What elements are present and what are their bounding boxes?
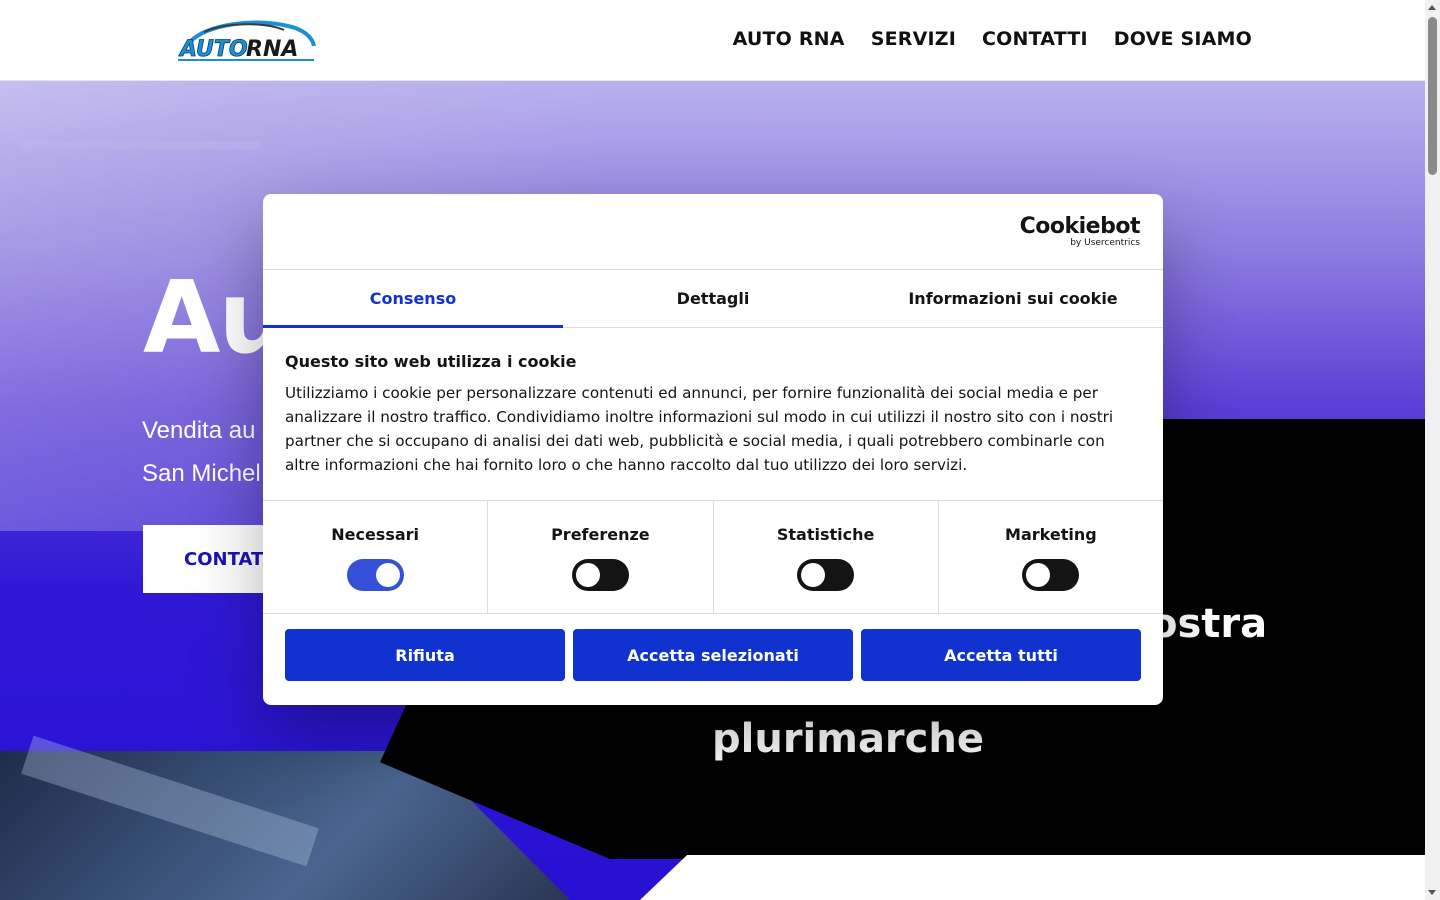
hero-subtitle-line2: San Michel bbox=[142, 460, 261, 487]
dialog-title: Questo sito web utilizza i cookie bbox=[285, 352, 577, 371]
dialog-text: Utilizziamo i cookie per personalizzare … bbox=[285, 384, 1114, 474]
site-header: AUTO RNA AUTO RNA SERVIZI CONTATTI DOVE … bbox=[0, 0, 1425, 81]
preferenze-switch[interactable] bbox=[571, 559, 629, 591]
section-heading-line2: plurimarche bbox=[712, 716, 984, 762]
svg-text:RNA: RNA bbox=[246, 37, 298, 62]
toggle-label-statistiche: Statistiche bbox=[776, 525, 875, 544]
hero-subtitle-line1: Vendita au bbox=[142, 417, 256, 444]
scroll-thumb[interactable] bbox=[1428, 17, 1437, 175]
section-heading-line1: ostra bbox=[1150, 601, 1268, 647]
white-section-corner bbox=[640, 855, 1425, 900]
accetta-selezionati-button[interactable]: Accetta selezionati bbox=[573, 629, 853, 681]
nav-servizi[interactable]: SERVIZI bbox=[871, 28, 956, 50]
toggle-label-necessari: Necessari bbox=[331, 525, 420, 544]
toggle-group-marketing: Marketing bbox=[939, 501, 1163, 613]
cookiebot-logo[interactable]: Cookiebot by Usercentrics bbox=[1019, 214, 1141, 249]
tab-informazioni[interactable]: Informazioni sui cookie bbox=[863, 270, 1163, 327]
toggle-label-marketing: Marketing bbox=[1005, 525, 1097, 544]
svg-text:AUTO: AUTO bbox=[178, 37, 248, 62]
scroll-up-arrow-icon[interactable] bbox=[1428, 5, 1436, 10]
toggle-group-preferenze: Preferenze bbox=[488, 501, 714, 613]
dialog-header: Cookiebot by Usercentrics bbox=[263, 194, 1163, 270]
nav-auto-rna[interactable]: AUTO RNA bbox=[733, 28, 845, 50]
marketing-switch[interactable] bbox=[1022, 559, 1080, 591]
necessari-switch[interactable] bbox=[346, 559, 404, 591]
dialog-body: Questo sito web utilizza i cookie Utiliz… bbox=[263, 328, 1163, 501]
tab-dettagli[interactable]: Dettagli bbox=[563, 270, 863, 327]
auto-rna-logo[interactable]: AUTO RNA bbox=[176, 16, 318, 64]
toggle-group-statistiche: Statistiche bbox=[714, 501, 939, 613]
statistiche-switch[interactable] bbox=[797, 559, 855, 591]
scroll-down-arrow-icon[interactable] bbox=[1428, 890, 1436, 895]
nav-dove-siamo[interactable]: DOVE SIAMO bbox=[1114, 28, 1252, 50]
rifiuta-button[interactable]: Rifiuta bbox=[285, 629, 565, 681]
toggle-group-necessari: Necessari bbox=[263, 501, 489, 613]
main-nav: AUTO RNA SERVIZI CONTATTI DOVE SIAMO bbox=[733, 28, 1252, 50]
brand-name: Cookiebot bbox=[1019, 214, 1141, 239]
nav-contatti[interactable]: CONTATTI bbox=[982, 28, 1088, 50]
dialog-tabs: Consenso Dettagli Informazioni sui cooki… bbox=[263, 270, 1163, 328]
tab-consenso[interactable]: Consenso bbox=[263, 270, 563, 328]
brand-sub: by Usercentrics bbox=[1070, 238, 1140, 248]
accetta-tutti-button[interactable]: Accetta tutti bbox=[861, 629, 1141, 681]
page-scrollbar[interactable] bbox=[1425, 0, 1440, 900]
cookie-consent-dialog: Cookiebot by Usercentrics Consenso Detta… bbox=[263, 194, 1163, 705]
consent-toggles: Necessari Preferenze Statistiche Marketi… bbox=[263, 501, 1163, 614]
toggle-label-preferenze: Preferenze bbox=[551, 525, 650, 544]
dialog-actions: Rifiuta Accetta selezionati Accetta tutt… bbox=[263, 614, 1163, 696]
